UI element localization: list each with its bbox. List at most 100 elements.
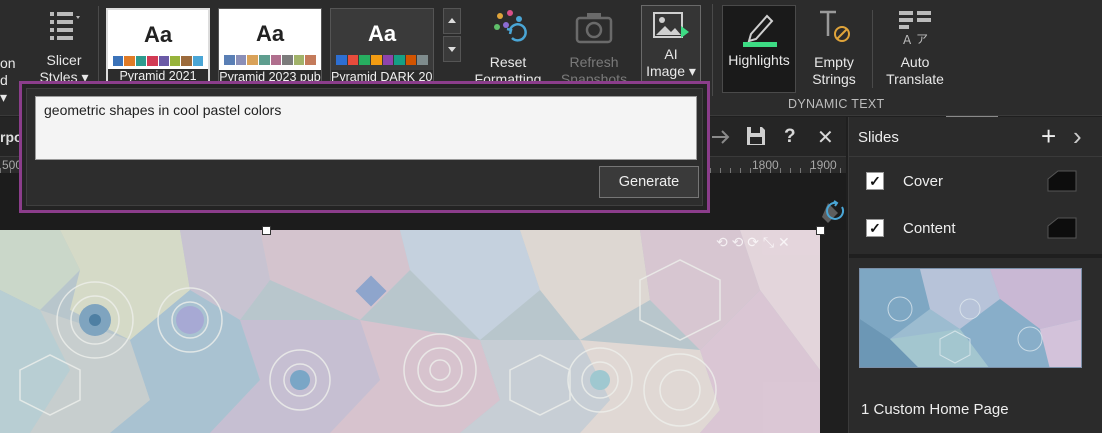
color-swatch <box>382 55 394 65</box>
color-swatch <box>224 55 235 65</box>
slicer-styles-icon <box>50 12 80 40</box>
empty-strings-button[interactable]: Empty Strings <box>802 8 866 88</box>
ai-prompt-input[interactable]: geometric shapes in cool pastel colors <box>35 96 697 160</box>
auto-translate-label-1: Auto <box>900 54 930 70</box>
ai-prompt-container: geometric shapes in cool pastel colors G… <box>26 88 703 206</box>
color-swatch <box>293 55 305 65</box>
caret-down-icon <box>448 47 456 52</box>
pastel-geometric-image <box>0 230 820 433</box>
style-preview-glyph: Aa <box>143 22 173 47</box>
caret-up-icon <box>448 18 456 23</box>
color-swatch <box>181 56 192 66</box>
help-icon[interactable]: ? <box>784 126 796 148</box>
thumbnail-image <box>860 269 1081 367</box>
style-preview-glyph: Aa <box>367 21 397 46</box>
ribbon-divider <box>712 4 713 96</box>
color-swatch <box>305 55 316 65</box>
gallery-scroll-up-button[interactable] <box>443 8 461 34</box>
reset-formatting-icon <box>494 10 527 42</box>
translate-icon: ア A <box>899 11 931 47</box>
style-tile[interactable]: AaPyramid DARK 2020 <box>330 8 434 84</box>
partial-ribbon-button[interactable]: on d ▾ <box>0 55 18 106</box>
auto-translate-label-2: Translate <box>886 71 944 87</box>
rotate-handle-icon[interactable] <box>820 199 846 225</box>
style-preview-glyph: Aa <box>255 21 285 46</box>
color-swatch <box>370 55 382 65</box>
pencil-highlight-icon <box>743 14 777 47</box>
color-swatch <box>158 56 169 66</box>
color-swatch <box>113 56 124 66</box>
arrow-right-icon[interactable] <box>710 126 732 148</box>
close-icon[interactable]: ✕ <box>817 125 834 150</box>
gallery-scroll-down-button[interactable] <box>443 36 461 62</box>
color-swatch <box>347 55 359 65</box>
slides-panel: Slides + › ✓ Cover ✓ Content 1 Custom Ho… <box>848 117 1102 433</box>
slicer-styles-label-1: Slicer <box>46 52 82 68</box>
checkbox-checked-icon[interactable]: ✓ <box>866 219 884 237</box>
color-swatch <box>405 55 417 65</box>
highlights-button[interactable]: Highlights <box>722 5 796 93</box>
slides-divider <box>849 254 1102 258</box>
resize-handle[interactable] <box>262 226 271 235</box>
ribbon-group-label: DYNAMIC TEXT <box>788 97 885 111</box>
color-swatches <box>113 56 203 66</box>
slide-shape-icon <box>1047 170 1077 192</box>
resize-handle[interactable] <box>816 226 825 235</box>
generate-button[interactable]: Generate <box>599 166 699 198</box>
slicer-styles-button[interactable]: Slicer Styles ▾ <box>36 8 92 86</box>
color-swatch <box>192 56 203 66</box>
reset-formatting-label-1: Reset <box>489 54 527 70</box>
image-overlay-controls: ⟲ ⟲ ⟳ ⤡ ✕ <box>716 234 790 250</box>
ribbon-divider <box>98 6 99 88</box>
empty-strings-label-1: Empty <box>814 54 854 70</box>
color-swatches <box>336 55 428 65</box>
ribbon-divider <box>872 10 873 88</box>
color-swatch <box>135 56 147 66</box>
ai-image-prompt-panel: geometric shapes in cool pastel colors G… <box>19 81 710 213</box>
save-icon[interactable] <box>745 125 767 147</box>
refresh-snapshots-label-1: Refresh <box>569 54 619 70</box>
color-swatch <box>258 55 270 65</box>
color-swatch <box>394 55 405 65</box>
generated-image[interactable]: ⟲ ⟲ ⟳ ⤡ ✕ <box>0 230 820 433</box>
color-swatch <box>282 55 293 65</box>
chevron-right-icon[interactable]: › <box>1073 121 1082 152</box>
partial-label-bottom: d ▾ <box>0 72 8 105</box>
color-swatch <box>359 55 370 65</box>
partial-label-top: on <box>0 55 16 71</box>
slide-label: Cover <box>903 173 944 190</box>
empty-strings-icon <box>820 10 850 42</box>
ai-image-label-1: AI <box>664 46 678 62</box>
color-swatches <box>224 55 316 65</box>
ai-image-button[interactable]: AI Image ▾ <box>641 5 701 85</box>
camera-refresh-icon <box>575 13 613 44</box>
thumbnail-caption: 1 Custom Home Page <box>861 401 1009 418</box>
slide-list-item[interactable]: ✓ Content <box>849 205 1102 252</box>
auto-translate-button[interactable]: ア A Auto Translate <box>882 8 948 88</box>
ai-image-icon <box>653 12 689 38</box>
reset-formatting-button[interactable]: Reset Formatting <box>472 8 544 88</box>
checkbox-checked-icon[interactable]: ✓ <box>866 172 884 190</box>
slides-title: Slides <box>858 129 899 146</box>
style-tile[interactable]: Aa Pyramid 2021 <box>106 8 210 83</box>
empty-strings-label-2: Strings <box>812 71 856 87</box>
color-swatch <box>147 56 158 66</box>
color-swatch <box>270 55 282 65</box>
color-swatch <box>235 55 247 65</box>
slide-thumbnail[interactable] <box>859 268 1082 368</box>
highlights-label: Highlights <box>728 52 790 68</box>
svg-text:A: A <box>903 33 912 47</box>
ai-image-label-2: Image ▾ <box>646 63 696 79</box>
slides-header: Slides + › <box>849 117 1102 157</box>
color-swatch <box>124 56 135 66</box>
refresh-snapshots-button[interactable]: Refresh Snapshots <box>556 8 632 88</box>
slide-label: Content <box>903 220 956 237</box>
color-swatch <box>247 55 258 65</box>
slide-shape-icon <box>1047 217 1077 239</box>
style-tile[interactable]: Aa Pyramid 2023 pub <box>218 8 322 84</box>
svg-text:ア: ア <box>916 32 928 46</box>
color-swatch <box>417 55 428 65</box>
add-slide-icon[interactable]: + <box>1041 121 1056 152</box>
color-swatch <box>336 55 347 65</box>
slide-list-item[interactable]: ✓ Cover <box>849 158 1102 205</box>
